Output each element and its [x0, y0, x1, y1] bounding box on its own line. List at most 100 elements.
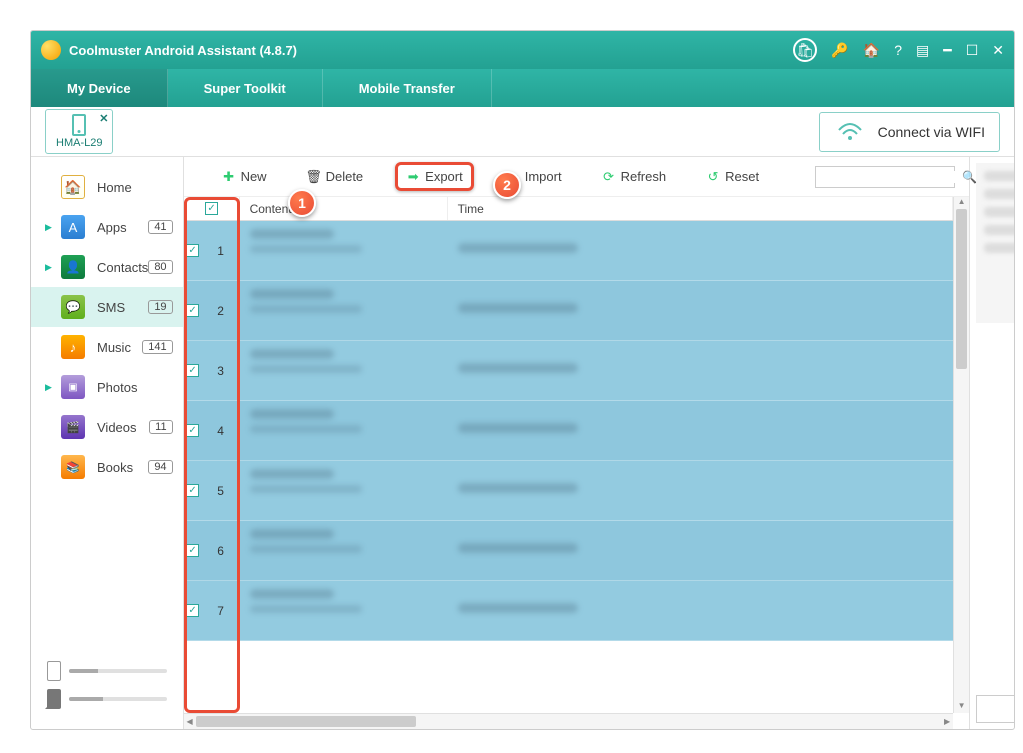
photos-icon	[61, 375, 85, 399]
col-time[interactable]: Time	[448, 197, 954, 220]
delete-button[interactable]: 🗑Delete	[299, 165, 372, 188]
key-icon[interactable]: 🔑	[831, 42, 848, 59]
row-checkbox[interactable]: ✓	[186, 244, 199, 257]
tab-my-device[interactable]: My Device	[31, 69, 168, 107]
count-badge: 41	[148, 220, 172, 234]
count-badge: 80	[148, 260, 172, 274]
row-number: 4	[202, 401, 240, 460]
row-number: 1	[202, 221, 240, 280]
export-button[interactable]: ➡Export	[395, 162, 474, 191]
annotation-callout-2: 2	[493, 171, 521, 199]
scroll-left-icon[interactable]: ◀	[184, 714, 196, 729]
table-row[interactable]: ✓6	[184, 521, 954, 581]
sidebar-item-videos[interactable]: ▶Videos11	[31, 407, 183, 447]
close-button[interactable]: ✕	[992, 42, 1004, 59]
minimize-button[interactable]: ━	[943, 42, 951, 59]
row-check-cell: ✓	[184, 281, 202, 340]
new-button[interactable]: ✚ New	[214, 165, 275, 188]
phone-storage-bar	[69, 669, 167, 673]
content-area: ✚New 🗑Delete ➡Export ⬅Import ⟳Refresh ↺R…	[184, 157, 1015, 729]
books-icon	[61, 455, 85, 479]
row-content	[240, 581, 448, 640]
music-icon	[61, 335, 85, 359]
row-content	[240, 521, 448, 580]
sidebar-item-music[interactable]: ▶Music141	[31, 327, 183, 367]
import-label: Import	[525, 169, 562, 184]
tab-mobile-transfer[interactable]: Mobile Transfer	[323, 69, 492, 107]
sidebar-label: Home	[97, 180, 173, 195]
help-icon[interactable]: ?	[894, 42, 902, 58]
scroll-up-icon[interactable]: ▲	[954, 197, 969, 209]
table-row[interactable]: ✓1	[184, 221, 954, 281]
row-check-cell: ✓	[184, 341, 202, 400]
row-time	[448, 521, 954, 580]
horizontal-scrollbar[interactable]: ◀ ▶	[184, 713, 954, 729]
titlebar-controls: 🛍 🔑 🏠 ? ▤ ━ ☐ ✕	[793, 38, 1004, 62]
preview-details	[976, 163, 1015, 323]
vscroll-thumb[interactable]	[956, 209, 967, 369]
row-check-cell: ✓	[184, 461, 202, 520]
row-checkbox[interactable]: ✓	[186, 364, 199, 377]
scroll-down-icon[interactable]: ▼	[954, 701, 969, 713]
reset-label: Reset	[725, 169, 759, 184]
app-logo-icon	[41, 40, 61, 60]
row-time	[448, 341, 954, 400]
refresh-label: Refresh	[621, 169, 667, 184]
row-number: 6	[202, 521, 240, 580]
row-content	[240, 461, 448, 520]
row-checkbox[interactable]: ✓	[186, 484, 199, 497]
count-badge: 19	[148, 300, 172, 314]
refresh-button[interactable]: ⟳Refresh	[594, 165, 675, 188]
videos-icon	[61, 415, 85, 439]
reply-input[interactable]	[976, 695, 1015, 723]
table-row[interactable]: ✓7	[184, 581, 954, 641]
tab-super-toolkit[interactable]: Super Toolkit	[168, 69, 323, 107]
sidebar-item-photos[interactable]: ▶Photos	[31, 367, 183, 407]
device-tab[interactable]: ✕ HMA-L29	[45, 109, 113, 154]
maximize-button[interactable]: ☐	[966, 42, 979, 59]
table-row[interactable]: ✓3	[184, 341, 954, 401]
search-box[interactable]: 🔍	[815, 166, 955, 188]
vertical-scrollbar[interactable]: ▲ ▼	[953, 197, 969, 713]
reset-button[interactable]: ↺Reset	[698, 165, 767, 188]
row-content	[240, 341, 448, 400]
sd-storage-bar	[69, 697, 167, 701]
close-device-icon[interactable]: ✕	[99, 112, 108, 125]
storage-phone	[47, 661, 167, 681]
sidebar-item-sms[interactable]: ▶SMS19	[31, 287, 183, 327]
sidebar-item-books[interactable]: ▶Books94	[31, 447, 183, 487]
main-tabs: My Device Super Toolkit Mobile Transfer	[31, 69, 1014, 107]
sidebar-label: SMS	[97, 300, 148, 315]
cart-icon[interactable]: 🛍	[793, 38, 817, 62]
app-title: Coolmuster Android Assistant (4.8.7)	[69, 43, 793, 58]
sidebar-item-apps[interactable]: ▶Apps41	[31, 207, 183, 247]
row-checkbox[interactable]: ✓	[186, 544, 199, 557]
table-row[interactable]: ✓4	[184, 401, 954, 461]
feedback-icon[interactable]: ▤	[916, 42, 929, 59]
sidebar-item-contacts[interactable]: ▶Contacts80	[31, 247, 183, 287]
row-content	[240, 221, 448, 280]
search-icon[interactable]: 🔍	[962, 170, 977, 184]
annotation-callout-1: 1	[288, 189, 316, 217]
plus-icon: ✚	[222, 170, 236, 184]
hscroll-thumb[interactable]	[196, 716, 416, 727]
table-row[interactable]: ✓2	[184, 281, 954, 341]
table-row[interactable]: ✓5	[184, 461, 954, 521]
home-icon[interactable]: 🏠	[863, 42, 880, 59]
connect-wifi-label: Connect via WIFI	[878, 124, 985, 140]
export-arrow-icon: ➡	[406, 170, 420, 184]
new-label: New	[241, 169, 267, 184]
row-checkbox[interactable]: ✓	[186, 424, 199, 437]
col-content[interactable]: Content	[240, 197, 448, 220]
sidebar-label: Books	[97, 460, 148, 475]
search-input[interactable]	[820, 171, 962, 183]
row-checkbox[interactable]: ✓	[186, 604, 199, 617]
sidebar-item-home[interactable]: ▶Home	[31, 167, 183, 207]
row-time	[448, 401, 954, 460]
connect-wifi-button[interactable]: Connect via WIFI	[819, 112, 1000, 152]
device-strip: ✕ HMA-L29 Connect via WIFI	[31, 107, 1014, 157]
row-checkbox[interactable]: ✓	[186, 304, 199, 317]
row-content	[240, 401, 448, 460]
scroll-right-icon[interactable]: ▶	[941, 714, 953, 729]
sidebar-label: Photos	[97, 380, 173, 395]
